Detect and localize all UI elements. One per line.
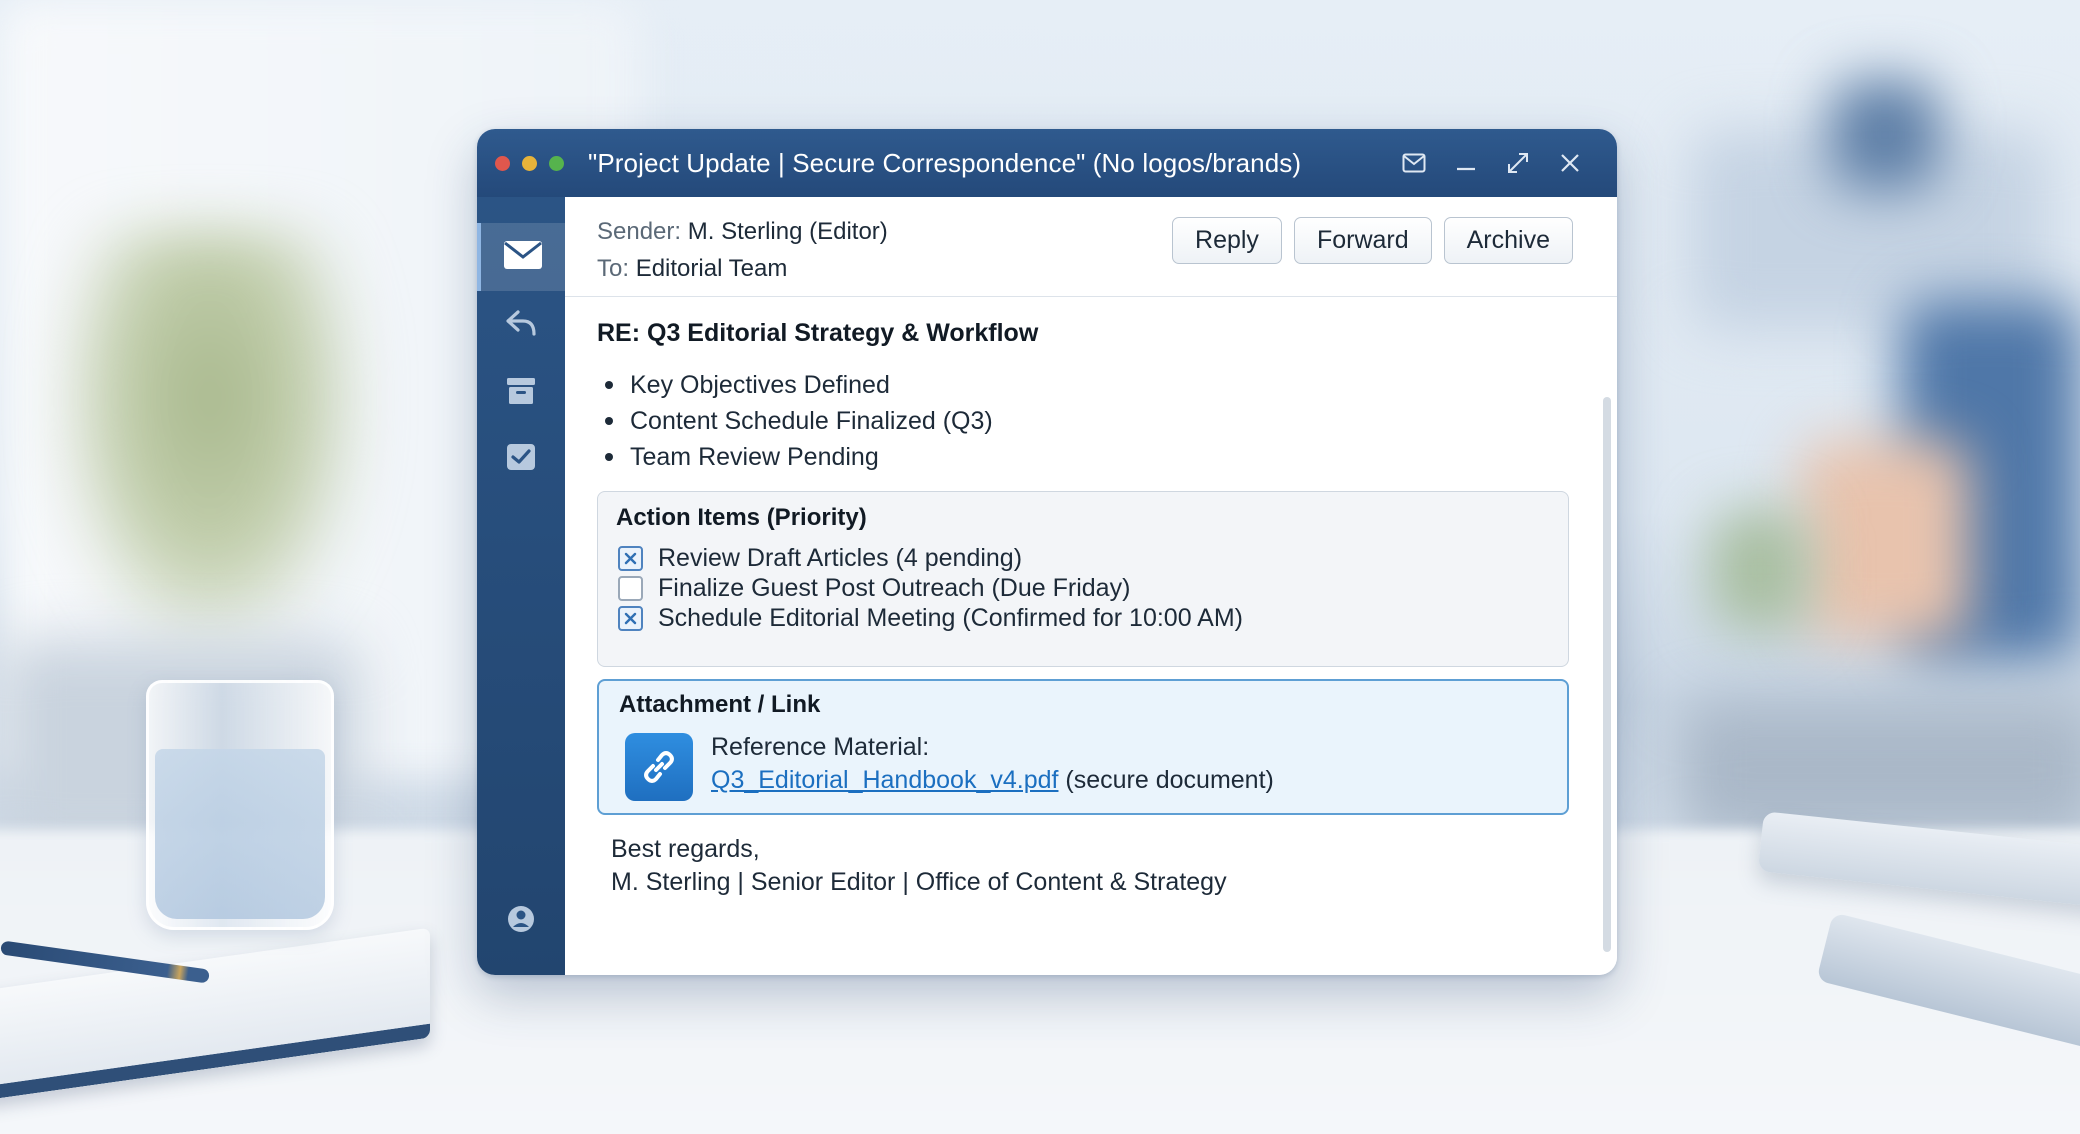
attachment-heading: Attachment / Link bbox=[619, 691, 821, 718]
signature: Best regards, M. Sterling | Senior Edito… bbox=[611, 833, 1227, 899]
expand-icon[interactable] bbox=[1503, 148, 1533, 178]
reply-button[interactable]: Reply bbox=[1172, 217, 1282, 264]
attachment-details: Reference Material: Q3_Editorial_Handboo… bbox=[711, 731, 1274, 797]
background-box bbox=[1830, 80, 1940, 190]
envelope-icon bbox=[503, 240, 543, 275]
sidebar-item-inbox[interactable] bbox=[477, 223, 565, 291]
water bbox=[155, 749, 325, 919]
sidebar-item-reply[interactable] bbox=[477, 291, 565, 359]
sidebar-item-archive[interactable] bbox=[477, 359, 565, 427]
attachment-link[interactable]: Q3_Editorial_Handbook_v4.pdf bbox=[711, 766, 1058, 794]
attachment-line: Q3_Editorial_Handbook_v4.pdf (secure doc… bbox=[711, 764, 1274, 797]
window-controls bbox=[1399, 129, 1585, 197]
attachment-panel: Attachment / Link Reference Material: Q3… bbox=[597, 679, 1569, 815]
archive-icon bbox=[506, 376, 536, 411]
list-item-text: Key Objectives Defined bbox=[630, 371, 890, 399]
mail-check-icon bbox=[506, 443, 536, 476]
sender-label: Sender: bbox=[597, 218, 682, 245]
title-bar: "Project Update | Secure Correspondence"… bbox=[477, 129, 1617, 197]
close-dot-button[interactable] bbox=[495, 155, 510, 171]
message-meta: Sender: M. Sterling (Editor) To: Editori… bbox=[597, 213, 888, 287]
window-title: "Project Update | Secure Correspondence"… bbox=[588, 147, 1302, 178]
list-item: Team Review Pending bbox=[605, 439, 993, 475]
account-icon bbox=[506, 904, 536, 939]
checkbox-checked[interactable] bbox=[618, 605, 643, 631]
email-window: "Project Update | Secure Correspondence"… bbox=[477, 129, 1617, 975]
mail-icon[interactable] bbox=[1399, 148, 1429, 178]
sidebar-item-account[interactable] bbox=[477, 887, 565, 955]
sidebar bbox=[477, 197, 565, 975]
action-item-label: Review Draft Articles (4 pending) bbox=[658, 543, 1023, 572]
list-item-text: Content Schedule Finalized (Q3) bbox=[630, 407, 993, 435]
background-plant bbox=[1710, 510, 1810, 630]
sidebar-item-mail-check[interactable] bbox=[477, 425, 565, 493]
reference-label: Reference Material: bbox=[711, 733, 930, 761]
list-item: Content Schedule Finalized (Q3) bbox=[605, 403, 993, 439]
bullet bbox=[605, 381, 613, 389]
scrollbar[interactable] bbox=[1603, 397, 1611, 952]
sender-line: Sender: M. Sterling (Editor) bbox=[597, 213, 888, 250]
action-item[interactable]: Schedule Editorial Meeting (Confirmed fo… bbox=[618, 600, 1243, 636]
bullet bbox=[605, 453, 613, 461]
signature-closing: Best regards, bbox=[611, 835, 760, 863]
list-item-text: Team Review Pending bbox=[630, 443, 879, 471]
action-items-heading: Action Items (Priority) bbox=[616, 504, 867, 531]
check-x-icon bbox=[624, 552, 637, 564]
archive-button[interactable]: Archive bbox=[1443, 217, 1573, 264]
message-actions: Reply Forward Archive bbox=[1172, 217, 1573, 264]
to-label: To: bbox=[597, 255, 630, 282]
background-plant bbox=[60, 230, 360, 650]
reply-icon bbox=[505, 309, 537, 342]
list-item: Key Objectives Defined bbox=[605, 367, 993, 403]
message-pane: Sender: M. Sterling (Editor) To: Editori… bbox=[565, 197, 1617, 975]
check-x-icon bbox=[624, 612, 637, 624]
recipient-line: To: Editorial Team bbox=[597, 250, 888, 287]
attachment-note: (secure document) bbox=[1065, 766, 1274, 794]
water-glass bbox=[146, 680, 334, 930]
bullet bbox=[605, 417, 613, 425]
recipient-name: Editorial Team bbox=[635, 255, 788, 282]
close-icon[interactable] bbox=[1555, 148, 1585, 178]
sender-name: M. Sterling (Editor) bbox=[687, 218, 888, 245]
zoom-dot-button[interactable] bbox=[549, 155, 564, 171]
summary-list: Key Objectives Defined Content Schedule … bbox=[605, 367, 993, 475]
link-icon[interactable] bbox=[625, 733, 693, 801]
action-item-label: Schedule Editorial Meeting (Confirmed fo… bbox=[658, 603, 1244, 632]
checkbox-checked[interactable] bbox=[618, 545, 643, 571]
minimize-dot-button[interactable] bbox=[522, 155, 537, 171]
signature-line: M. Sterling | Senior Editor | Office of … bbox=[611, 868, 1227, 896]
background-cabinet-right bbox=[1680, 700, 2080, 840]
traffic-lights bbox=[495, 155, 564, 171]
background-box bbox=[1800, 440, 1970, 640]
forward-button[interactable]: Forward bbox=[1293, 217, 1432, 264]
minimize-icon[interactable] bbox=[1451, 148, 1481, 178]
action-items-panel: Action Items (Priority) Review Draft Art… bbox=[597, 491, 1569, 667]
checkbox-unchecked[interactable] bbox=[618, 575, 643, 601]
message-header: Sender: M. Sterling (Editor) To: Editori… bbox=[565, 197, 1617, 297]
action-item-label: Finalize Guest Post Outreach (Due Friday… bbox=[658, 573, 1131, 602]
message-subject: RE: Q3 Editorial Strategy & Workflow bbox=[597, 319, 1039, 347]
